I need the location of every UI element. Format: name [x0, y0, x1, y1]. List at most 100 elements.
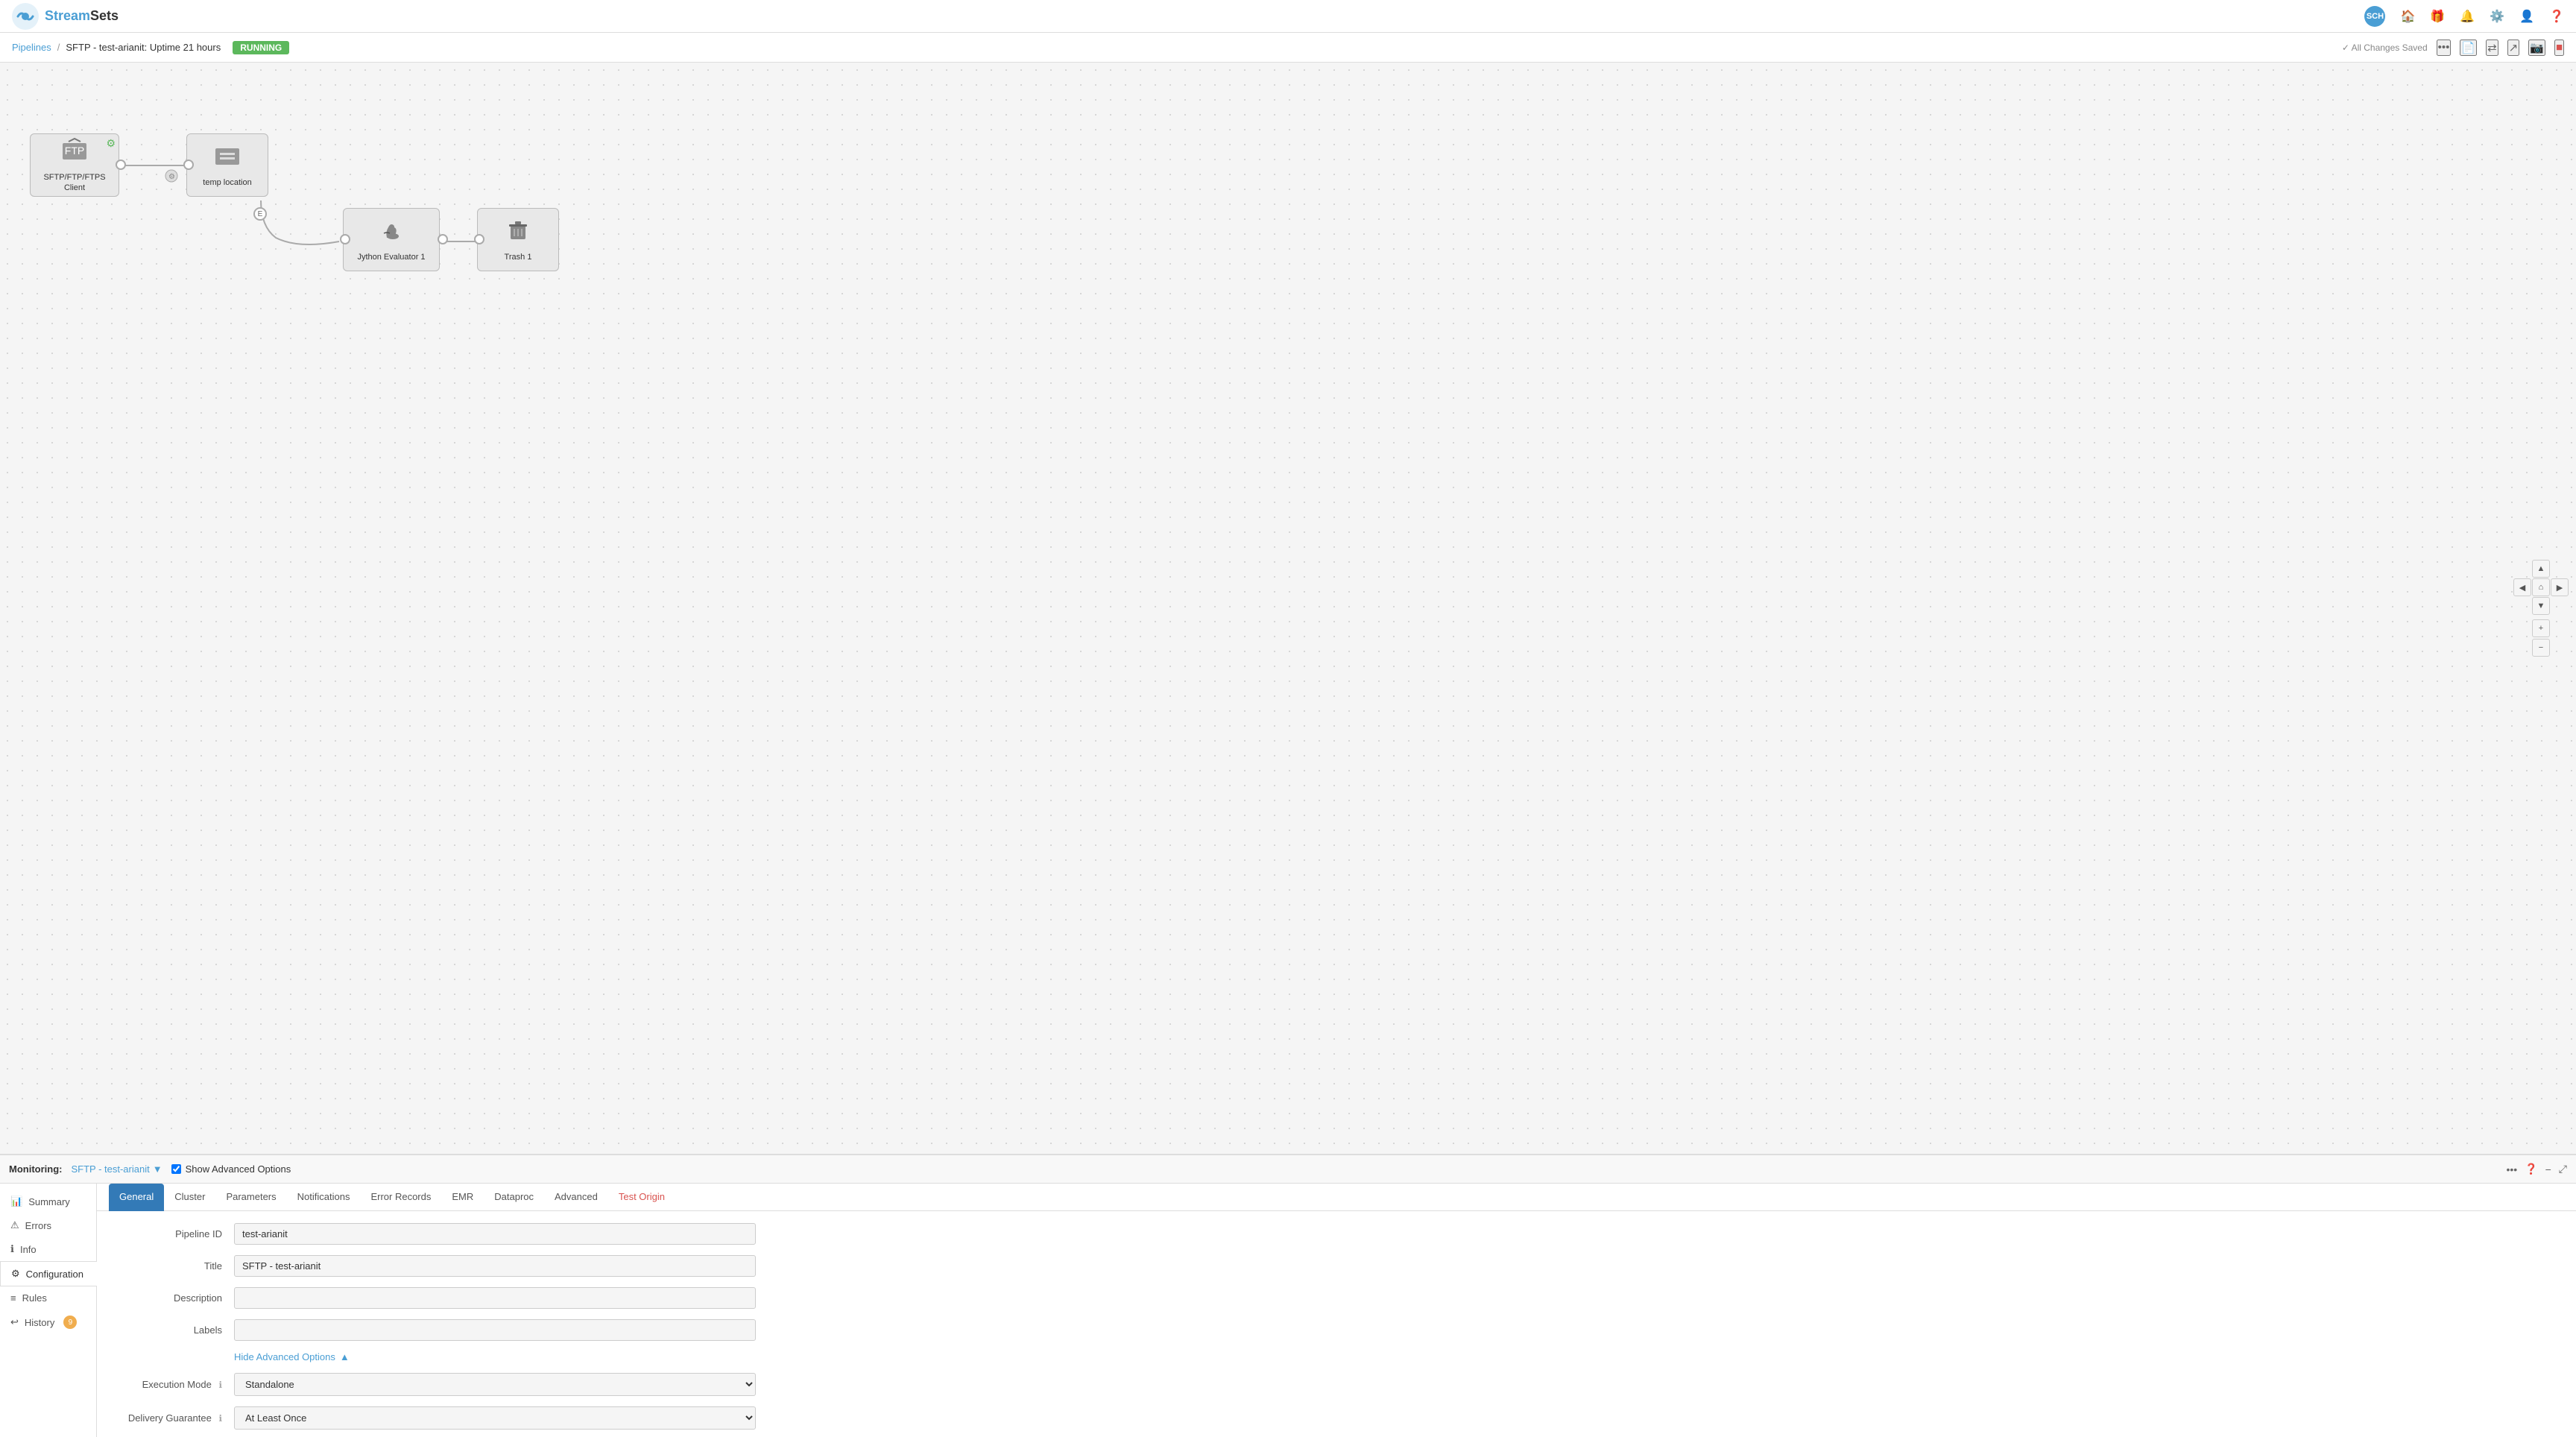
edit-button[interactable]: 📄 [2460, 40, 2477, 56]
sidebar-item-info-label: Info [20, 1244, 37, 1255]
form-row-pipeline-id: Pipeline ID [115, 1223, 2558, 1245]
stop-button[interactable]: ■ [2554, 40, 2564, 56]
help-button[interactable]: ❓ [2549, 9, 2564, 24]
shuffle-button[interactable]: ⇄ [2486, 40, 2498, 56]
labels-control [234, 1319, 756, 1341]
logo-icon [12, 3, 39, 30]
connector-temp-in [183, 160, 194, 170]
title-label: Title [115, 1260, 234, 1272]
show-advanced-checkbox[interactable] [171, 1164, 181, 1174]
sidebar-item-configuration-label: Configuration [26, 1269, 83, 1280]
share-button[interactable]: ↗ [2507, 40, 2520, 56]
show-advanced-checkbox-label[interactable]: Show Advanced Options [171, 1163, 291, 1175]
delivery-guarantee-select[interactable]: At Least Once At Most Once [234, 1406, 756, 1430]
help-icon-button[interactable]: ❓ [2525, 1163, 2537, 1175]
tab-emr[interactable]: EMR [441, 1184, 484, 1211]
nav-controls: ▲ ◀ ⌂ ▶ ▼ + − [2513, 560, 2569, 657]
tab-advanced[interactable]: Advanced [544, 1184, 608, 1211]
sidebar-item-summary[interactable]: 📊 Summary [0, 1190, 96, 1213]
nav-up-button[interactable]: ▲ [2532, 560, 2550, 578]
empty-3 [2513, 597, 2531, 615]
settings-button[interactable]: ⚙️ [2490, 9, 2504, 24]
nav-left-button[interactable]: ◀ [2513, 578, 2531, 596]
node-temp-label: temp location [203, 177, 251, 188]
nav-icons: SCH 🏠 🎁 🔔 ⚙️ 👤 ❓ [2364, 6, 2564, 27]
delivery-guarantee-control: At Least Once At Most Once [234, 1406, 756, 1430]
tab-error-records[interactable]: Error Records [360, 1184, 441, 1211]
zoom-out-button[interactable]: − [2532, 639, 2550, 657]
logo-text: StreamSets [45, 8, 119, 24]
title-input[interactable] [234, 1255, 756, 1277]
logo: StreamSets [12, 3, 119, 30]
sidebar-item-history[interactable]: ↩ History 9 [0, 1310, 96, 1335]
dropdown-arrow-icon: ▼ [153, 1163, 162, 1175]
tab-dataproc[interactable]: Dataproc [484, 1184, 544, 1211]
sch-badge[interactable]: SCH [2364, 6, 2385, 27]
home-button[interactable]: 🏠 [2400, 9, 2415, 24]
monitoring-label: Monitoring: [9, 1163, 62, 1175]
canvas-area: ⚙ ⚙ ⚙ FTP SFTP/FTP/FTPSClient temp locat… [0, 63, 2576, 1154]
user-button[interactable]: 👤 [2519, 9, 2534, 24]
pipeline-id-control [234, 1223, 756, 1245]
camera-button[interactable]: 📷 [2528, 40, 2545, 56]
form-row-description: Description [115, 1287, 2558, 1309]
delivery-guarantee-info-icon: ℹ [218, 1413, 222, 1424]
history-icon: ↩ [10, 1316, 19, 1328]
form-row-title: Title [115, 1255, 2558, 1277]
node-sftp[interactable]: ⚙ FTP SFTP/FTP/FTPSClient [30, 133, 119, 197]
sidebar-item-rules-label: Rules [22, 1292, 47, 1304]
nav-right-button[interactable]: ▶ [2551, 578, 2569, 596]
node-jython-icon [378, 217, 405, 249]
sidebar-item-info[interactable]: ℹ Info [0, 1237, 96, 1261]
node-trash-icon [505, 217, 531, 249]
nav-home-button[interactable]: ⌂ [2532, 578, 2550, 596]
hide-advanced-link[interactable]: Hide Advanced Options ▲ [234, 1351, 2558, 1362]
tab-cluster[interactable]: Cluster [164, 1184, 215, 1211]
description-control [234, 1287, 756, 1309]
summary-icon: 📊 [10, 1196, 22, 1207]
tab-parameters[interactable]: Parameters [215, 1184, 286, 1211]
execution-mode-select[interactable]: Standalone Cluster Edge [234, 1373, 756, 1396]
top-nav: StreamSets SCH 🏠 🎁 🔔 ⚙️ 👤 ❓ [0, 0, 2576, 33]
sidebar-item-rules[interactable]: ≡ Rules [0, 1286, 96, 1310]
sidebar-item-errors[interactable]: ⚠ Errors [0, 1213, 96, 1237]
node-temp[interactable]: temp location [186, 133, 268, 197]
zoom-controls: + − [2532, 619, 2550, 657]
pipeline-selector[interactable]: SFTP - test-arianit ▼ [71, 1163, 162, 1175]
node-jython[interactable]: Jython Evaluator 1 [343, 208, 440, 271]
main-config: General Cluster Parameters Notifications… [97, 1184, 2576, 1437]
nav-down-button[interactable]: ▼ [2532, 597, 2550, 615]
node-temp-icon [214, 142, 241, 174]
configuration-icon: ⚙ [11, 1268, 20, 1280]
delivery-guarantee-label: Delivery Guarantee ℹ [115, 1412, 234, 1424]
description-input[interactable] [234, 1287, 756, 1309]
tab-general[interactable]: General [109, 1184, 164, 1211]
more-options-button[interactable]: ••• [2437, 40, 2452, 56]
breadcrumb-pipelines[interactable]: Pipelines [12, 42, 51, 53]
labels-label: Labels [115, 1324, 234, 1336]
title-control [234, 1255, 756, 1277]
saved-status: ✓ All Changes Saved [2342, 42, 2428, 53]
node-trash[interactable]: Trash 1 [477, 208, 559, 271]
connector-jython-out [438, 234, 448, 244]
minimize-button[interactable]: − [2545, 1163, 2551, 1175]
maximize-button[interactable]: ⤢ [2559, 1163, 2567, 1175]
description-label: Description [115, 1292, 234, 1304]
breadcrumb-separator: / [57, 42, 60, 53]
zoom-in-button[interactable]: + [2532, 619, 2550, 637]
bell-button[interactable]: 🔔 [2460, 9, 2475, 24]
sidebar-item-configuration[interactable]: ⚙ Configuration [0, 1261, 97, 1286]
pipeline-id-input[interactable] [234, 1223, 756, 1245]
node-trash-label: Trash 1 [505, 252, 532, 262]
bottom-panel: Monitoring: SFTP - test-arianit ▼ Show A… [0, 1154, 2576, 1437]
info-icon: ℹ [10, 1243, 14, 1255]
gift-button[interactable]: 🎁 [2430, 9, 2445, 24]
execution-mode-info-icon: ℹ [218, 1380, 222, 1390]
empty-4 [2551, 597, 2569, 615]
empty-2 [2551, 560, 2569, 578]
labels-input[interactable] [234, 1319, 756, 1341]
tab-test-origin[interactable]: Test Origin [608, 1184, 675, 1211]
more-button[interactable]: ••• [2506, 1163, 2517, 1175]
sidebar-item-history-label: History [25, 1317, 54, 1328]
tab-notifications[interactable]: Notifications [287, 1184, 361, 1211]
